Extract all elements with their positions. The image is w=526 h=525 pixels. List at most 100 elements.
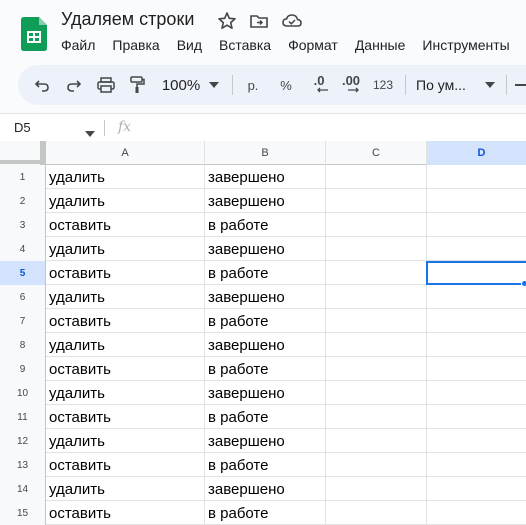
cell-c[interactable] xyxy=(326,477,427,501)
freeze-row-handle[interactable] xyxy=(0,160,46,164)
cell-b[interactable]: завершено xyxy=(205,429,326,453)
name-box[interactable]: D5 xyxy=(14,120,31,135)
menu-data[interactable]: Данные xyxy=(355,37,406,53)
cell-b[interactable]: завершено xyxy=(205,189,326,213)
row-header[interactable]: 4 xyxy=(0,237,46,261)
cell-b[interactable]: завершено xyxy=(205,285,326,309)
cell-d[interactable] xyxy=(427,357,526,381)
row-header[interactable]: 11 xyxy=(0,405,46,429)
cell-d[interactable] xyxy=(427,405,526,429)
move-to-folder-icon[interactable] xyxy=(249,11,269,31)
row-header[interactable]: 13 xyxy=(0,453,46,477)
cell-c[interactable] xyxy=(326,165,427,189)
cell-d[interactable] xyxy=(427,501,526,525)
cell-b[interactable]: завершено xyxy=(205,333,326,357)
cell-a[interactable]: оставить xyxy=(46,261,205,285)
cell-b[interactable]: в работе xyxy=(205,309,326,333)
cell-c[interactable] xyxy=(326,309,427,333)
document-title[interactable]: Удаляем строки xyxy=(61,9,194,30)
cell-d[interactable] xyxy=(427,237,526,261)
cell-c[interactable] xyxy=(326,285,427,309)
row-header[interactable]: 15 xyxy=(0,501,46,525)
cell-b[interactable]: в работе xyxy=(205,405,326,429)
cell-c[interactable] xyxy=(326,405,427,429)
increase-decimals-button[interactable]: .00 xyxy=(336,65,366,105)
cell-d[interactable] xyxy=(427,213,526,237)
undo-icon[interactable] xyxy=(30,65,54,105)
zoom-select[interactable]: 100% xyxy=(158,65,204,105)
cell-d[interactable] xyxy=(427,309,526,333)
fill-handle[interactable] xyxy=(521,280,526,287)
row-header[interactable]: 9 xyxy=(0,357,46,381)
star-icon[interactable] xyxy=(217,11,237,31)
chevron-down-icon[interactable] xyxy=(482,65,498,105)
cell-b[interactable]: в работе xyxy=(205,261,326,285)
cell-a[interactable]: удалить xyxy=(46,429,205,453)
select-all-corner[interactable] xyxy=(0,141,46,165)
cell-a[interactable]: оставить xyxy=(46,453,205,477)
cell-b[interactable]: в работе xyxy=(205,213,326,237)
row-header[interactable]: 12 xyxy=(0,429,46,453)
formula-input[interactable] xyxy=(140,119,520,137)
row-header[interactable]: 6 xyxy=(0,285,46,309)
cell-c[interactable] xyxy=(326,237,427,261)
cell-a[interactable]: удалить xyxy=(46,477,205,501)
column-header-d[interactable]: D xyxy=(427,141,526,165)
cell-a[interactable]: оставить xyxy=(46,213,205,237)
row-header[interactable]: 3 xyxy=(0,213,46,237)
cell-c[interactable] xyxy=(326,453,427,477)
row-header[interactable]: 2 xyxy=(0,189,46,213)
cell-b[interactable]: в работе xyxy=(205,501,326,525)
menu-file[interactable]: Файл xyxy=(61,37,95,53)
cell-c[interactable] xyxy=(326,189,427,213)
chevron-down-icon[interactable] xyxy=(85,124,95,142)
cell-d[interactable] xyxy=(427,429,526,453)
cell-d[interactable] xyxy=(427,453,526,477)
cell-d[interactable] xyxy=(427,333,526,357)
cell-a[interactable]: оставить xyxy=(46,405,205,429)
cell-b[interactable]: в работе xyxy=(205,357,326,381)
column-header-b[interactable]: B xyxy=(205,141,326,165)
row-header[interactable]: 1 xyxy=(0,165,46,189)
row-header[interactable]: 5 xyxy=(0,261,46,285)
cell-d[interactable] xyxy=(427,285,526,309)
menu-insert[interactable]: Вставка xyxy=(219,37,271,53)
cell-d[interactable] xyxy=(427,189,526,213)
menu-view[interactable]: Вид xyxy=(177,37,202,53)
currency-format-button[interactable]: р. xyxy=(242,65,264,105)
cell-c[interactable] xyxy=(326,381,427,405)
cell-c[interactable] xyxy=(326,357,427,381)
menu-tools[interactable]: Инструменты xyxy=(422,37,509,53)
cell-c[interactable] xyxy=(326,501,427,525)
chevron-down-icon[interactable] xyxy=(206,65,222,105)
decrease-font-size-icon[interactable] xyxy=(514,65,526,105)
cell-a[interactable]: удалить xyxy=(46,333,205,357)
menu-format[interactable]: Формат xyxy=(288,37,338,53)
cell-c[interactable] xyxy=(326,429,427,453)
row-header[interactable]: 7 xyxy=(0,309,46,333)
menu-edit[interactable]: Правка xyxy=(112,37,159,53)
cell-b[interactable]: завершено xyxy=(205,381,326,405)
print-icon[interactable] xyxy=(94,65,118,105)
cell-c[interactable] xyxy=(326,261,427,285)
font-family-select[interactable]: По ум... xyxy=(416,65,474,105)
cell-a[interactable]: удалить xyxy=(46,285,205,309)
redo-icon[interactable] xyxy=(62,65,86,105)
cell-a[interactable]: удалить xyxy=(46,165,205,189)
cell-d[interactable] xyxy=(427,477,526,501)
column-header-c[interactable]: C xyxy=(326,141,427,165)
more-formats-button[interactable]: 123 xyxy=(370,65,396,105)
percent-format-button[interactable]: % xyxy=(275,65,297,105)
cell-b[interactable]: завершено xyxy=(205,165,326,189)
cell-b[interactable]: в работе xyxy=(205,453,326,477)
cell-a[interactable]: удалить xyxy=(46,237,205,261)
decrease-decimals-button[interactable]: .0 xyxy=(306,65,332,105)
row-header[interactable]: 10 xyxy=(0,381,46,405)
cell-c[interactable] xyxy=(326,333,427,357)
cell-a[interactable]: оставить xyxy=(46,501,205,525)
paint-format-icon[interactable] xyxy=(125,65,149,105)
cell-c[interactable] xyxy=(326,213,427,237)
cell-a[interactable]: оставить xyxy=(46,357,205,381)
sheets-logo-icon[interactable] xyxy=(21,17,47,51)
row-header[interactable]: 14 xyxy=(0,477,46,501)
